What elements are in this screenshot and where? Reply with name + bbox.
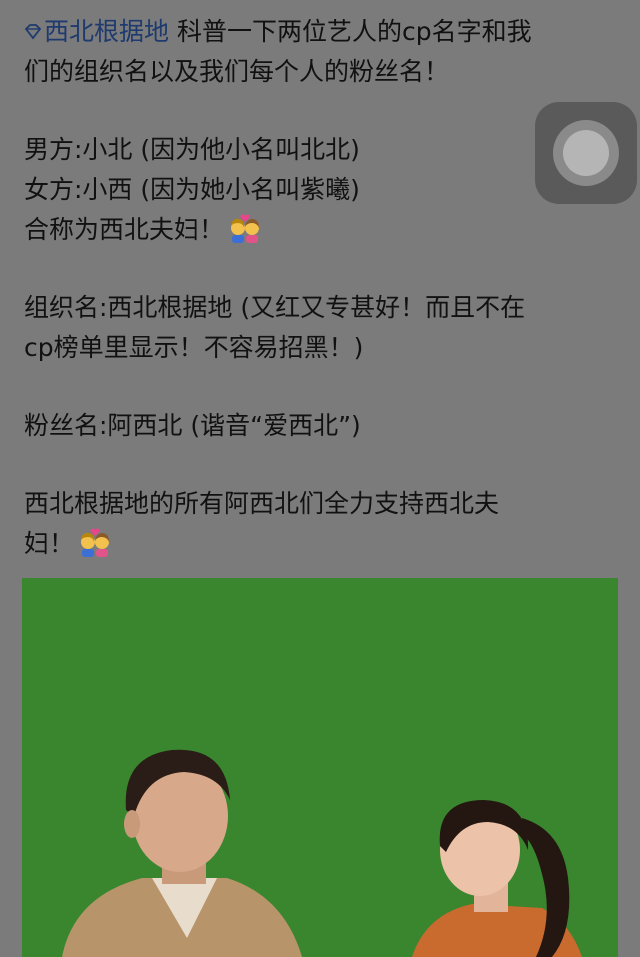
topic-label: 西北根据地 — [44, 17, 170, 46]
post-line-5: 合称为西北夫妇！ — [24, 210, 622, 250]
post-line-7: cp榜单里显示！不容易招黑！) — [24, 333, 364, 362]
post-line-8: 粉丝名:阿西北 (谐音“爱西北”) — [24, 411, 361, 440]
assistive-touch-button[interactable] — [535, 102, 637, 204]
assistive-touch-icon — [553, 120, 619, 186]
post-line-6: 组织名:西北根据地 (又红又专甚好！而且不在 — [24, 293, 526, 322]
screen: 西北根据地 科普一下两位艺人的cp名字和我 们的组织名以及我们每个人的粉丝名！ … — [0, 0, 640, 957]
diamond-topic-icon — [24, 24, 42, 40]
post-photo[interactable] — [22, 578, 618, 957]
couple-heart-emoji-icon — [81, 528, 110, 557]
photo-illustration — [22, 578, 618, 957]
post-line-5-text: 合称为西北夫妇！ — [24, 215, 225, 244]
couple-heart-emoji-icon — [231, 214, 260, 243]
post-line-10-text: 妇！ — [24, 529, 75, 558]
post-line-3: 男方:小北 (因为他小名叫北北) — [24, 135, 360, 164]
post-line-10: 妇！ — [24, 524, 622, 564]
post-text: 西北根据地 科普一下两位艺人的cp名字和我 们的组织名以及我们每个人的粉丝名！ … — [24, 12, 622, 564]
post-line-4: 女方:小西 (因为她小名叫紫曦) — [24, 175, 360, 204]
post-line-1: 西北根据地 科普一下两位艺人的cp名字和我 — [24, 12, 622, 52]
post-line-2: 们的组织名以及我们每个人的粉丝名！ — [24, 57, 450, 86]
assistive-touch-core — [563, 130, 609, 176]
post-line-1-text: 科普一下两位艺人的cp名字和我 — [169, 17, 532, 46]
post-line-9: 西北根据地的所有阿西北们全力支持西北夫 — [24, 489, 500, 518]
topic-link[interactable]: 西北根据地 — [24, 17, 169, 46]
